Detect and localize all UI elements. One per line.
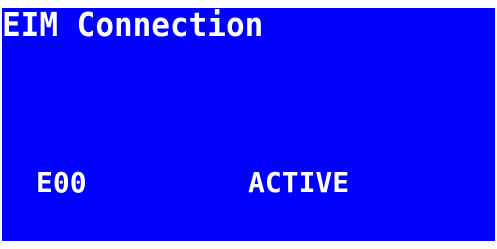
- screen-title: EIM Connection: [2, 8, 264, 45]
- lcd-screen: EIM Connection E00 ACTIVE: [2, 8, 495, 241]
- channel-label: E00: [36, 166, 87, 199]
- lcd-display: EIM Connection E00 ACTIVE: [0, 0, 497, 249]
- connection-status: ACTIVE: [248, 166, 350, 199]
